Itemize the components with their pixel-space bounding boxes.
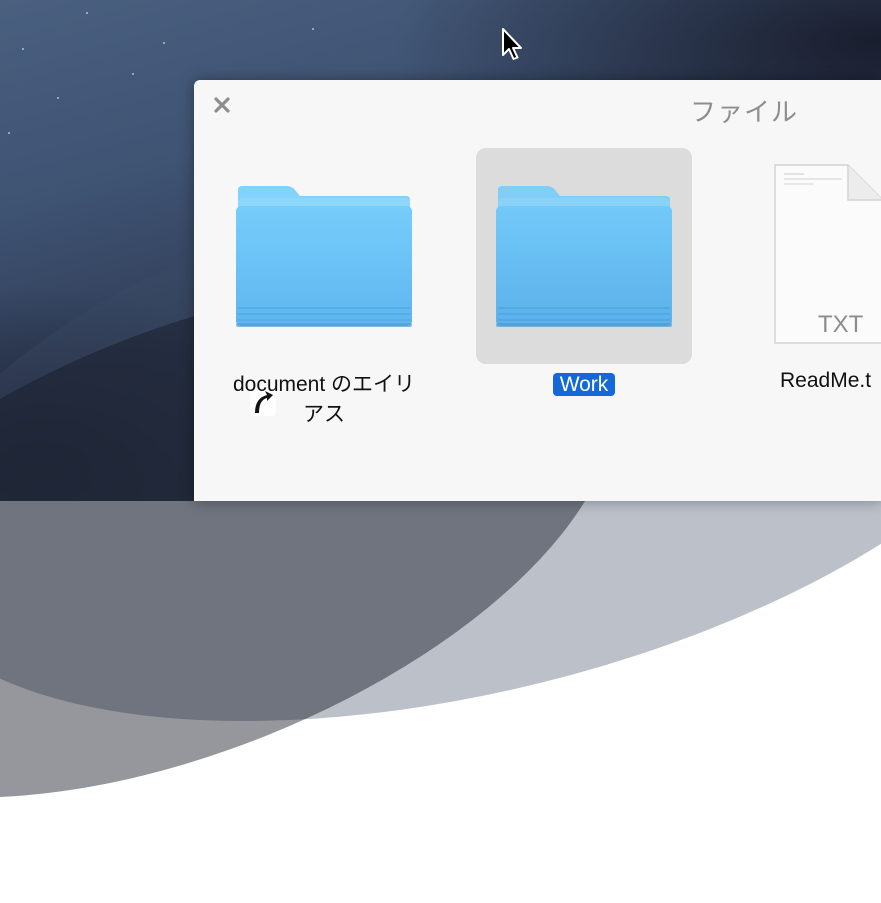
text-document-icon[interactable]: TXT	[774, 164, 881, 344]
star	[163, 42, 165, 44]
file-label: document のエイリ アス	[216, 370, 432, 430]
star	[132, 73, 134, 75]
mouse-pointer-icon	[502, 28, 522, 60]
file-label-line2: アス	[303, 403, 345, 426]
file-label: ReadMe.t	[780, 369, 872, 392]
file-panel: ファイル document のエイリ アス Work TXT ReadMe.t	[194, 80, 881, 501]
file-label-line1: document のエイリ	[232, 373, 416, 396]
file-label: Work	[476, 370, 692, 400]
file-type-badge: TXT	[818, 311, 864, 338]
file-item-work[interactable]: Work	[476, 148, 692, 418]
folder-icon	[236, 186, 412, 327]
star	[22, 48, 24, 50]
star	[8, 132, 10, 134]
file-label-selected: Work	[552, 373, 616, 396]
star	[57, 97, 59, 99]
close-icon[interactable]	[212, 95, 232, 115]
file-item-document-alias[interactable]: document のエイリ アス	[216, 148, 432, 426]
star	[86, 12, 88, 14]
panel-title: ファイル	[690, 97, 799, 127]
star	[312, 28, 314, 30]
folder-icon	[496, 186, 672, 327]
